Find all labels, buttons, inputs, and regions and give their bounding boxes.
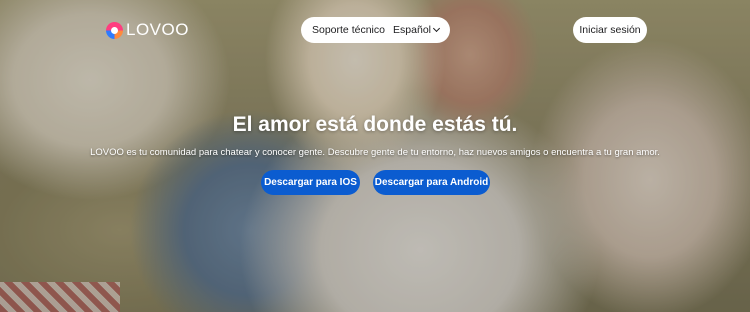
hero-headline: El amor está donde estás tú. — [232, 113, 518, 136]
login-button[interactable]: Iniciar sesión — [573, 17, 647, 43]
download-ios-button[interactable]: Descargar para IOS — [261, 170, 360, 195]
top-nav: Soporte técnico Español — [301, 17, 450, 43]
support-link[interactable]: Soporte técnico — [312, 24, 385, 36]
lovoo-logo[interactable]: LOVOO — [106, 20, 189, 40]
language-label: Español — [393, 24, 431, 36]
language-selector[interactable]: Español — [393, 24, 441, 36]
lovoo-logo-icon — [106, 21, 123, 39]
hero-subtitle: LOVOO es tu comunidad para chatear y con… — [90, 147, 660, 158]
logo-text: LOVOO — [126, 20, 189, 39]
download-android-button[interactable]: Descargar para Android — [373, 170, 490, 195]
chevron-down-icon — [432, 24, 441, 33]
